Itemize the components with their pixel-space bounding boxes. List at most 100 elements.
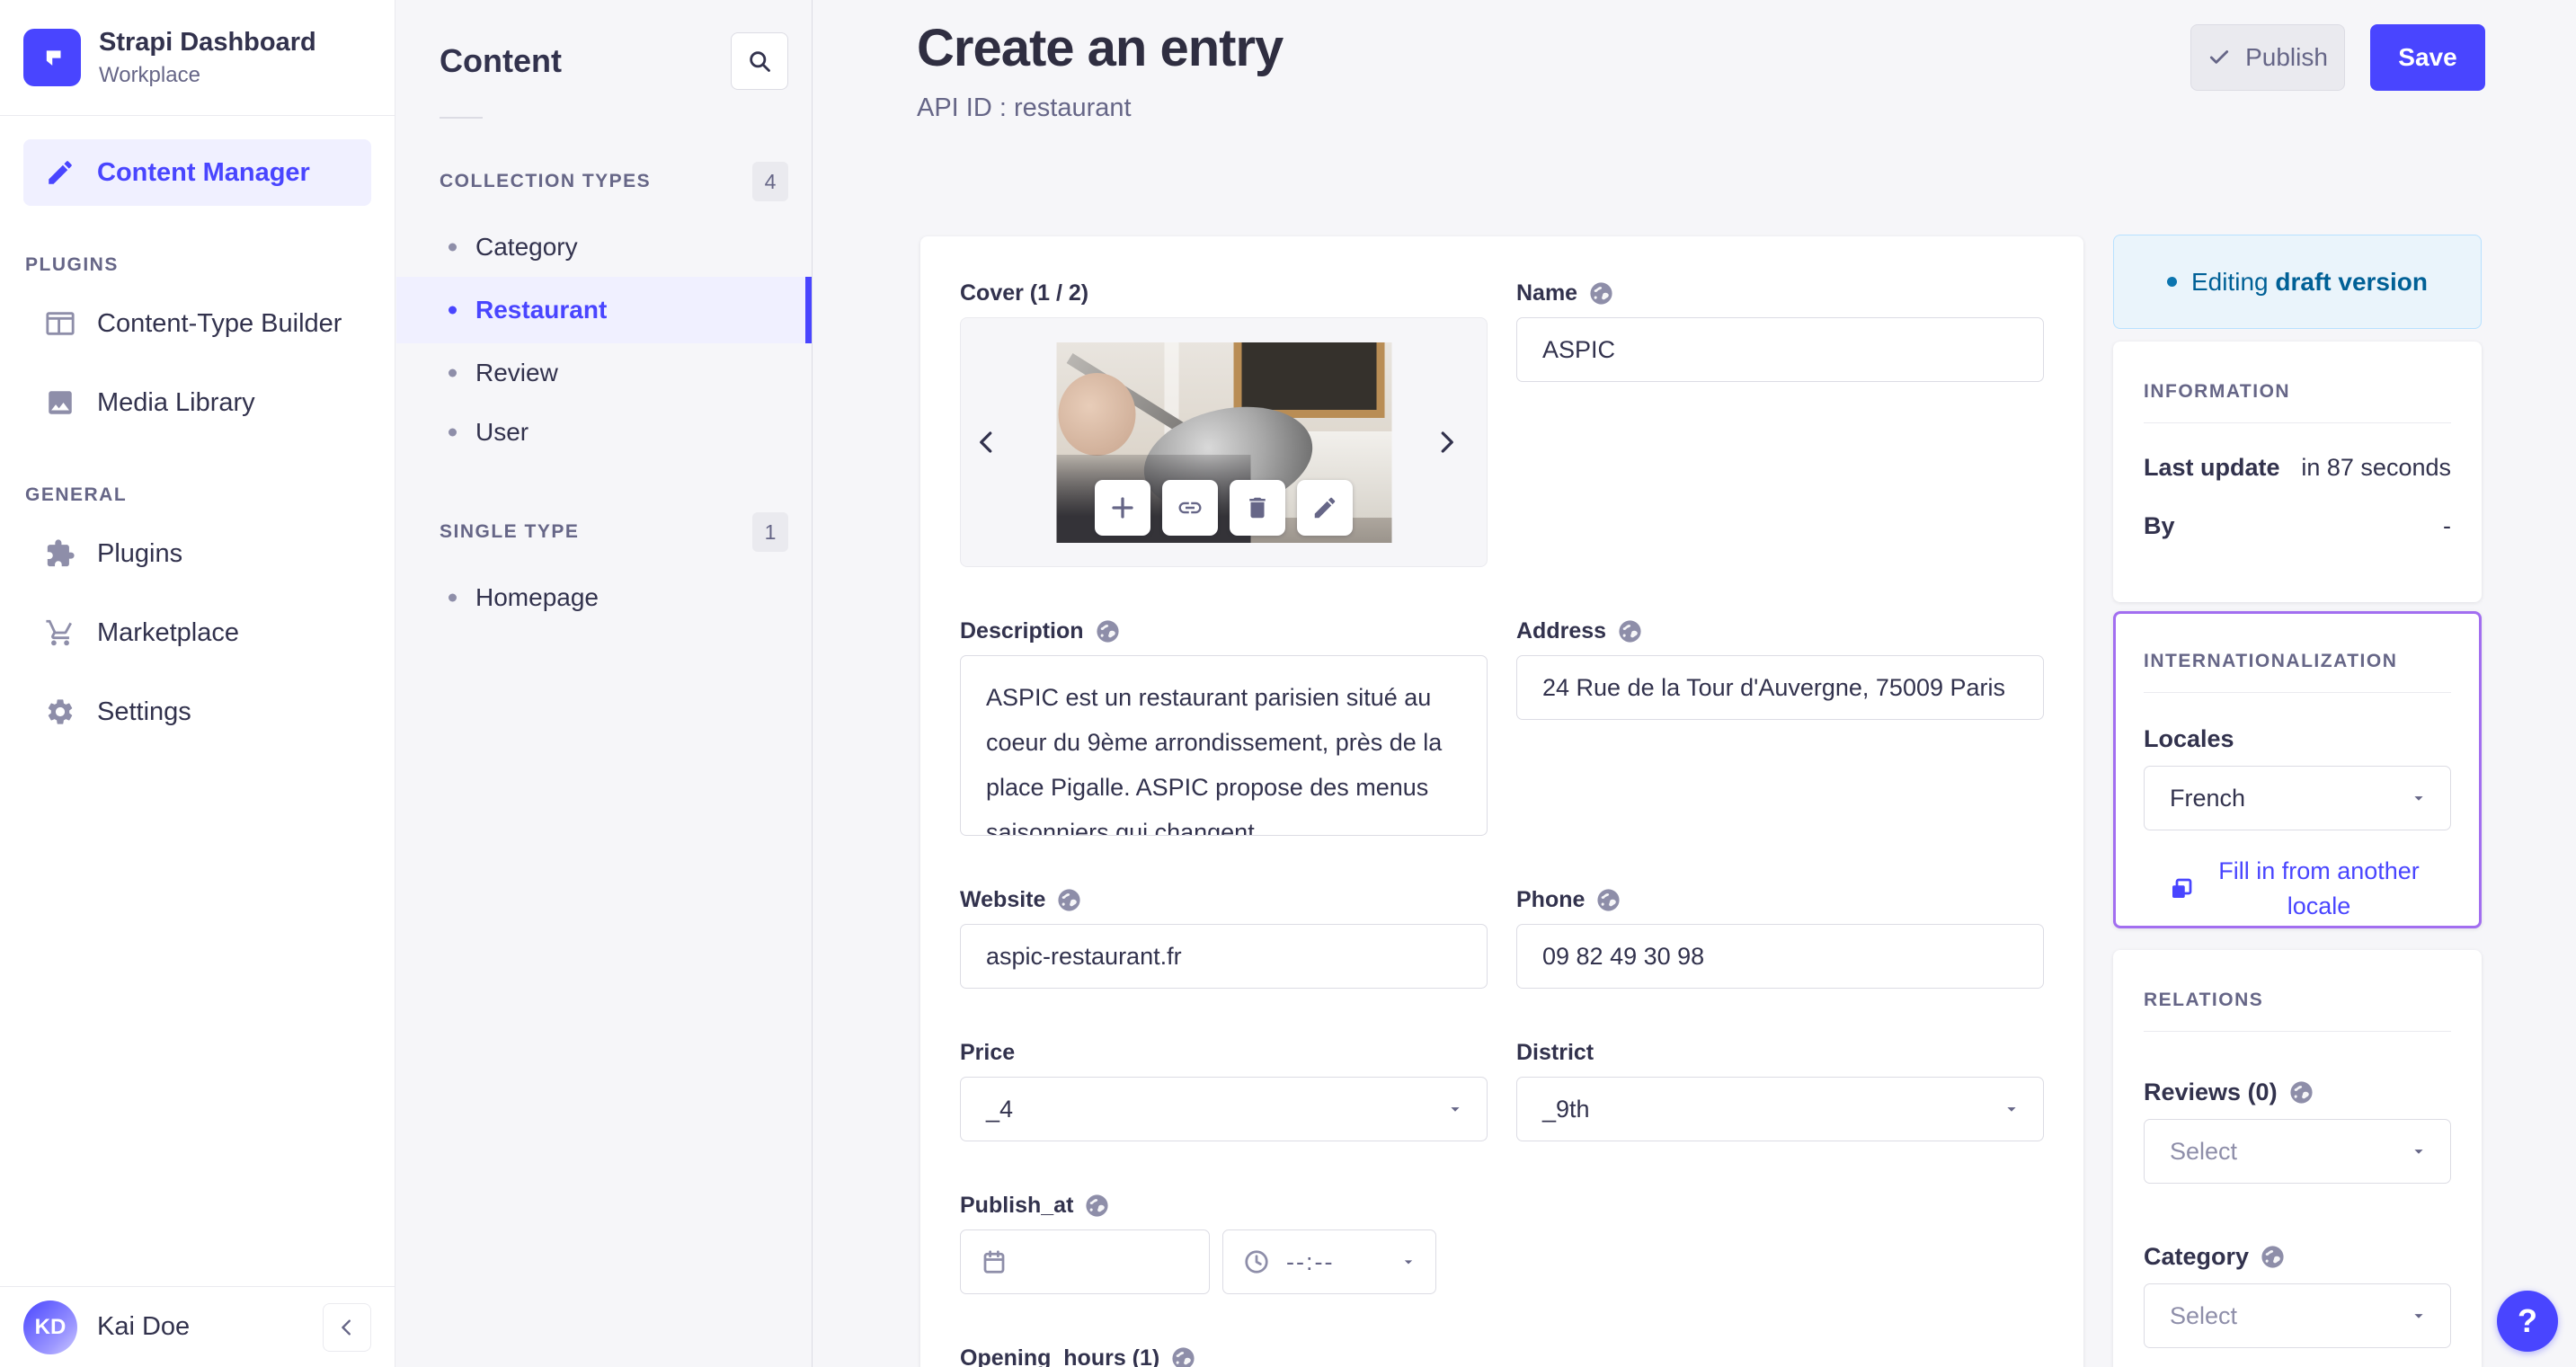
- globe-icon: [1095, 618, 1121, 644]
- phone-input[interactable]: 09 82 49 30 98: [1516, 924, 2044, 989]
- cover-carousel: [960, 317, 1488, 567]
- price-label: Price: [960, 1039, 1016, 1065]
- sidebar-item-settings[interactable]: Settings: [23, 679, 371, 745]
- collection-type-label: Review: [475, 359, 558, 386]
- opening-hours-label: Opening_hours (1): [960, 1345, 1160, 1367]
- cover-actions: [1095, 480, 1353, 536]
- save-button[interactable]: Save: [2370, 24, 2485, 91]
- category-select-placeholder: Select: [2170, 1301, 2238, 1329]
- help-button[interactable]: ?: [2497, 1291, 2558, 1352]
- address-field: Address 24 Rue de la Tour d'Auvergne, 75…: [1516, 617, 2044, 836]
- sidebar-nav: Content Manager PLUGINS Content-Type Bui…: [0, 116, 395, 745]
- cover-photo: [1056, 342, 1391, 543]
- chevron-down-icon: [2409, 1306, 2429, 1326]
- feather-pen-icon: [45, 157, 76, 188]
- strapi-app: Strapi Dashboard Workplace Content Manag…: [0, 0, 2576, 1367]
- sidebar-item-content-type-builder[interactable]: Content-Type Builder: [23, 290, 371, 357]
- add-asset-button[interactable]: [1095, 480, 1150, 536]
- globe-icon: [1595, 887, 1621, 913]
- carousel-prev-button[interactable]: [973, 422, 1015, 463]
- copy-link-button[interactable]: [1162, 480, 1218, 536]
- globe-icon: [1588, 280, 1614, 306]
- layout-icon: [45, 308, 76, 339]
- puzzle-icon: [45, 538, 76, 569]
- avatar[interactable]: KD: [23, 1300, 77, 1354]
- price-value: _4: [986, 1095, 1014, 1123]
- sidebar-item-content-manager[interactable]: Content Manager: [23, 139, 371, 206]
- phone-label: Phone: [1516, 886, 1586, 912]
- publish-at-date-input[interactable]: [960, 1229, 1210, 1294]
- sidebar-footer: KD Kai Doe: [0, 1286, 395, 1367]
- website-input[interactable]: aspic-restaurant.fr: [960, 924, 1488, 989]
- check-icon: [2207, 46, 2231, 69]
- trash-icon: [1244, 494, 1271, 521]
- delete-asset-button[interactable]: [1230, 480, 1285, 536]
- publish-button[interactable]: Publish: [2190, 24, 2345, 91]
- fill-from-locale-link[interactable]: Fill in from another locale: [2144, 854, 2451, 924]
- time-placeholder: --:--: [1286, 1247, 1335, 1275]
- publish-at-label: Publish_at: [960, 1192, 1074, 1218]
- globe-icon: [1056, 887, 1082, 913]
- reviews-select-placeholder: Select: [2170, 1137, 2238, 1165]
- chevron-right-icon: [1433, 429, 1460, 456]
- collection-types-count-badge: 4: [752, 162, 788, 201]
- draft-dot-icon: [2166, 277, 2177, 287]
- price-select[interactable]: _4: [960, 1077, 1488, 1141]
- app-title: Strapi Dashboard: [99, 27, 316, 57]
- chevron-down-icon: [2002, 1099, 2021, 1119]
- collection-type-user[interactable]: User: [396, 403, 812, 462]
- collection-type-restaurant[interactable]: Restaurant: [396, 277, 812, 343]
- phone-field: Phone 09 82 49 30 98: [1516, 886, 2044, 989]
- general-section-label: GENERAL: [25, 484, 128, 505]
- divider: [2144, 422, 2451, 423]
- category-label: Category: [2144, 1243, 2451, 1271]
- reviews-select[interactable]: Select: [2144, 1119, 2451, 1184]
- collection-type-label: User: [475, 418, 529, 446]
- search-button[interactable]: [731, 32, 788, 90]
- locale-value: French: [2170, 784, 2246, 812]
- collection-type-label: Category: [475, 233, 578, 261]
- globe-icon: [1084, 1193, 1110, 1219]
- app-brand: Strapi Dashboard Workplace: [0, 0, 395, 116]
- description-textarea[interactable]: ASPIC est un restaurant parisien situé a…: [960, 655, 1488, 836]
- single-type-count-badge: 1: [752, 512, 788, 552]
- district-select[interactable]: _9th: [1516, 1077, 2044, 1141]
- website-label: Website: [960, 886, 1046, 912]
- collapse-sidebar-button[interactable]: [323, 1302, 371, 1352]
- name-input[interactable]: ASPIC: [1516, 317, 2044, 382]
- main-sidebar: Strapi Dashboard Workplace Content Manag…: [0, 0, 395, 1367]
- locales-label: Locales: [2144, 725, 2234, 752]
- collection-type-label: Restaurant: [475, 296, 608, 324]
- last-update-label: Last update: [2144, 454, 2280, 481]
- sidebar-item-media-library[interactable]: Media Library: [23, 369, 371, 436]
- cover-field: Cover (1 / 2): [960, 280, 1488, 567]
- sidebar-item-label: Content-Type Builder: [97, 308, 342, 338]
- category-select[interactable]: Select: [2144, 1283, 2451, 1348]
- description-label: Description: [960, 617, 1084, 644]
- cart-icon: [45, 617, 76, 648]
- address-input[interactable]: 24 Rue de la Tour d'Auvergne, 75009 Pari…: [1516, 655, 2044, 720]
- district-label: District: [1516, 1039, 1594, 1065]
- chevron-left-icon: [973, 429, 1000, 456]
- clock-icon: [1243, 1248, 1270, 1275]
- chevron-down-icon: [1445, 1099, 1465, 1119]
- draft-version-banner: Editing draft version: [2113, 235, 2482, 329]
- collection-type-category[interactable]: Category: [396, 217, 812, 277]
- last-update-row: Last update in 87 seconds: [2144, 454, 2451, 482]
- user-name: Kai Doe: [97, 1312, 191, 1341]
- plus-icon: [1109, 494, 1136, 521]
- edit-asset-button[interactable]: [1297, 480, 1353, 536]
- locale-select[interactable]: French: [2144, 766, 2451, 830]
- carousel-next-button[interactable]: [1433, 422, 1474, 463]
- by-value: -: [2443, 512, 2451, 539]
- globe-icon: [2260, 1244, 2286, 1270]
- save-button-label: Save: [2398, 43, 2457, 71]
- entry-form-card: Cover (1 / 2) Name ASPIC Description ASP…: [920, 236, 2083, 1367]
- publish-at-time-input[interactable]: --:--: [1222, 1229, 1436, 1294]
- collection-type-review[interactable]: Review: [396, 343, 812, 403]
- sidebar-item-marketplace[interactable]: Marketplace: [23, 599, 371, 666]
- single-type-homepage[interactable]: Homepage: [396, 568, 812, 627]
- address-label: Address: [1516, 617, 1607, 644]
- globe-icon: [2288, 1079, 2314, 1105]
- sidebar-item-plugins[interactable]: Plugins: [23, 520, 371, 587]
